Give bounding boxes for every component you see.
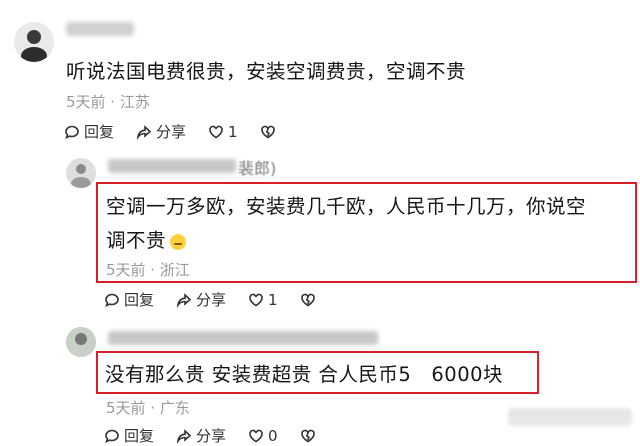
comment-text: 听说法国电费很贵，安装空调费贵，空调不贵 [66,60,467,83]
reply-icon [105,429,119,443]
comment-meta: 5天前 · 广东 [106,399,190,417]
comment-meta: 5天前 · 浙江 [106,261,190,279]
dislike-heart-icon [260,125,275,138]
username[interactable] [66,22,134,36]
reply-label: 回复 [124,427,155,445]
dislike-heart-icon [300,293,315,306]
like-button[interactable]: 1 [248,291,278,309]
watermark [508,408,632,426]
like-button[interactable]: 1 [208,123,238,141]
comment-text-line2-label: 调不贵 [106,229,167,252]
share-label: 分享 [196,427,227,445]
share-button[interactable]: 分享 [176,425,226,446]
reply-icon [105,293,119,307]
like-count: 0 [268,426,278,445]
avatar-image [71,164,91,188]
reply-button[interactable]: 回复 [104,289,154,310]
reply-label: 回复 [84,123,115,141]
reply-icon [65,125,79,139]
username-suffix: 裴郎) [238,159,277,178]
share-label: 分享 [156,123,187,141]
share-icon [176,428,192,444]
like-button[interactable]: 0 [248,427,278,445]
comment-text-line1: 空调一万多欧，安装费几千欧，人民币十几万，你说空 [106,195,587,218]
comment-actions: 回复 分享 1 [104,289,316,310]
like-count: 1 [228,122,238,141]
reply-button[interactable]: 回复 [104,425,154,446]
avatar[interactable] [66,327,96,357]
comment-actions: 回复 分享 1 [64,121,276,142]
avatar-image [21,30,47,62]
avatar-image [66,327,96,357]
like-heart-icon [209,125,223,138]
share-button[interactable]: 分享 [176,289,226,310]
dislike-button[interactable] [260,124,276,140]
username-blurred[interactable] [108,331,378,345]
like-heart-icon [249,293,263,306]
reply-button[interactable]: 回复 [64,121,114,142]
comment-text: 没有那么贵 安装费超贵 合人民币5 6000块 [105,363,504,386]
comment-meta: 5天前 · 江苏 [66,93,150,111]
emoji-icon [170,233,187,250]
share-button[interactable]: 分享 [136,121,186,142]
comment-text-line2: 调不贵 [106,224,187,253]
like-count: 1 [268,290,278,309]
comment-actions: 回复 分享 0 [104,425,316,446]
username-blurred[interactable] [108,159,236,173]
dislike-button[interactable] [300,428,316,444]
avatar[interactable] [66,158,96,188]
share-icon [176,292,192,308]
like-heart-icon [249,429,263,442]
share-icon [136,124,152,140]
reply-label: 回复 [124,291,155,309]
avatar[interactable] [14,22,54,62]
dislike-heart-icon [300,429,315,442]
dislike-button[interactable] [300,292,316,308]
share-label: 分享 [196,291,227,309]
